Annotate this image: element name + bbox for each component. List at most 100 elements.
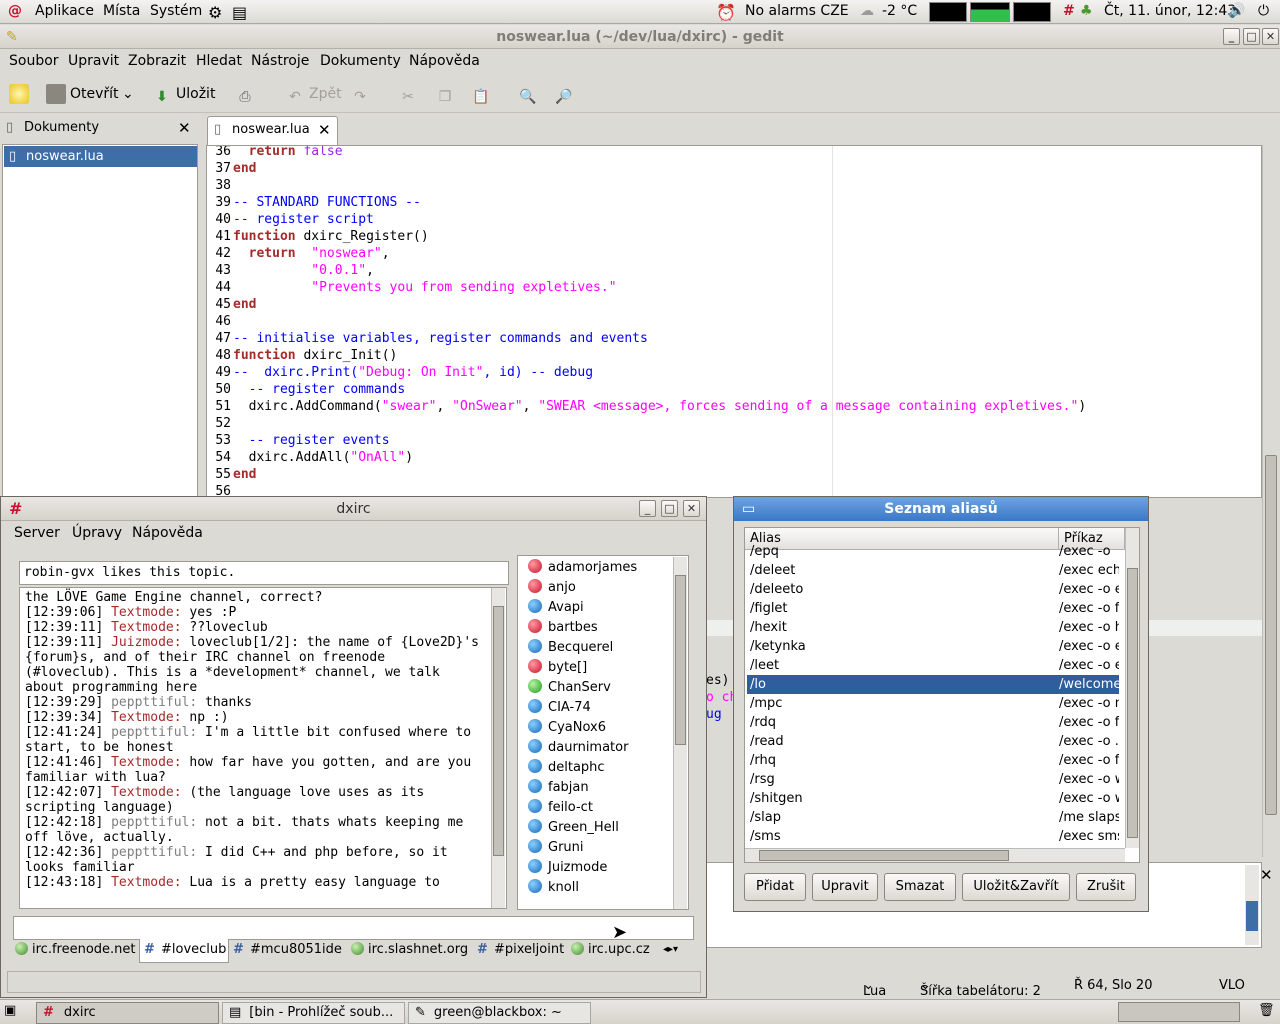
message-nick[interactable]: Juizmode: xyxy=(111,635,181,650)
gedit-minimize-button[interactable]: _ xyxy=(1223,28,1240,45)
alias-row[interactable]: /slap/me slaps xyxy=(747,808,1119,827)
alias-row[interactable]: /ketynka/exec -o e xyxy=(747,637,1119,656)
cut-button[interactable]: ✂ xyxy=(398,81,422,107)
alias-row[interactable]: /deleet/exec ech xyxy=(747,561,1119,580)
dxirc-close-button[interactable]: ✕ xyxy=(683,500,700,517)
user-switch-icon[interactable]: ⏻ xyxy=(1258,3,1269,19)
gedit-close-button[interactable]: ✕ xyxy=(1262,28,1279,45)
user-list-item[interactable]: byte[] xyxy=(528,658,587,678)
tab-loveclub[interactable]: # #loveclub xyxy=(139,939,229,963)
message-nick[interactable]: peppttiful: xyxy=(111,845,197,860)
workspace-switcher[interactable] xyxy=(1118,1002,1240,1022)
menu-edits[interactable]: Úpravy xyxy=(72,525,122,541)
alarm-status[interactable]: No alarms CZE xyxy=(745,3,849,19)
alias-row[interactable]: /deleeto/exec -o e xyxy=(747,580,1119,599)
delete-alias-button[interactable]: Smazat xyxy=(884,873,956,901)
chat-log[interactable]: the LÖVE Game Engine channel, correct? [1… xyxy=(19,587,507,909)
user-list-item[interactable]: anjo xyxy=(528,578,576,598)
menu-server[interactable]: Server xyxy=(14,525,60,541)
user-list-item[interactable]: Juizmode xyxy=(528,858,607,878)
message-input[interactable] xyxy=(13,916,694,940)
redo-button[interactable]: ↷ xyxy=(350,81,374,107)
tab-irc-upc[interactable]: irc.upc.cz xyxy=(567,939,655,963)
launcher-settings-icon[interactable]: ⚙ xyxy=(208,3,222,22)
scrollbar-thumb[interactable] xyxy=(675,575,686,745)
dxirc-maximize-button[interactable]: □ xyxy=(661,500,678,517)
edit-alias-button[interactable]: Upravit xyxy=(812,873,878,901)
print-button[interactable]: ⎙ xyxy=(235,81,259,107)
alias-row[interactable]: /rsg/exec -o w xyxy=(747,770,1119,789)
task-terminal[interactable]: ✎ green@blackbox: ~ xyxy=(408,1002,591,1024)
alarm-clock-icon[interactable]: ⏰ xyxy=(716,3,736,22)
save-close-button[interactable]: Uložit&Zavřít xyxy=(962,873,1070,901)
gedit-maximize-button[interactable]: □ xyxy=(1243,28,1260,45)
alias-table[interactable]: Alias Příkaz /epq/exec -o/deleet/exec ec… xyxy=(744,527,1140,863)
dxirc-tray-icon[interactable]: # xyxy=(1063,3,1075,19)
document-list-item[interactable]: ▯ noswear.lua xyxy=(4,146,197,167)
weather-temperature[interactable]: -2 °C xyxy=(882,3,917,19)
scrollbar-thumb[interactable] xyxy=(759,850,1009,861)
bottom-pane-close-icon[interactable]: ✕ xyxy=(1260,866,1273,884)
tab-width-selector[interactable]: Šířka tabelátoru: 2 ⌄ xyxy=(920,978,1041,999)
user-list-item[interactable]: daurnimator xyxy=(528,738,628,758)
menu-places[interactable]: Místa xyxy=(103,3,140,19)
user-list-item[interactable]: bartbes xyxy=(528,618,598,638)
open-recent-dropdown[interactable]: ⌄ xyxy=(122,81,134,107)
user-list-item[interactable]: Avapi xyxy=(528,598,584,618)
side-pane-close-icon[interactable]: ✕ xyxy=(178,114,191,142)
message-nick[interactable]: peppttiful: xyxy=(111,725,197,740)
clock[interactable]: Čt, 11. únor, 12:43 xyxy=(1104,3,1236,19)
message-nick[interactable]: Textmode: xyxy=(111,620,181,635)
alias-vertical-scrollbar[interactable] xyxy=(1125,528,1139,848)
menu-applications[interactable]: Aplikace xyxy=(35,3,94,19)
alias-row[interactable]: /read/exec -o . xyxy=(747,732,1119,751)
message-nick[interactable]: Textmode: xyxy=(111,755,181,770)
launcher-notes-icon[interactable]: ▤ xyxy=(232,3,247,22)
scrollbar-thumb[interactable] xyxy=(1127,568,1138,838)
alias-row[interactable]: /epq/exec -o xyxy=(747,542,1119,561)
scrollbar-thumb[interactable] xyxy=(1265,455,1277,815)
tab-irc-slashnet[interactable]: irc.slashnet.org xyxy=(347,939,473,963)
task-dxirc[interactable]: # dxirc xyxy=(36,1002,219,1024)
menu-search[interactable]: Hledat xyxy=(196,53,242,69)
user-list-item[interactable]: feilo-ct xyxy=(528,798,593,818)
alias-row[interactable]: /lo/welcome xyxy=(747,675,1119,694)
gedit-titlebar[interactable]: ✎ noswear.lua (~/dev/lua/dxirc) - gedit … xyxy=(0,25,1280,49)
memory-monitor[interactable] xyxy=(970,2,1010,22)
menu-tools[interactable]: Nástroje xyxy=(251,53,309,69)
tab-pixeljoint[interactable]: # #pixeljoint xyxy=(473,939,567,963)
alias-row[interactable]: /figlet/exec -o f xyxy=(747,599,1119,618)
menu-documents[interactable]: Dokumenty xyxy=(320,53,401,69)
user-list-item[interactable]: deltaphc xyxy=(528,758,605,778)
alias-row[interactable]: /sms/exec sms xyxy=(747,827,1119,846)
alias-row[interactable]: /rhq/exec -o f xyxy=(747,751,1119,770)
user-list-item[interactable]: Green_Hell xyxy=(528,818,619,838)
menu-file[interactable]: Soubor xyxy=(9,53,59,69)
menu-system[interactable]: Systém xyxy=(150,3,202,19)
menu-help[interactable]: Nápověda xyxy=(409,53,480,69)
replace-button[interactable]: 🔎 xyxy=(554,81,578,107)
alias-horizontal-scrollbar[interactable] xyxy=(745,848,1125,862)
user-list-item[interactable]: CIA-74 xyxy=(528,698,591,718)
editor-vertical-scrollbar[interactable] xyxy=(1262,145,1278,857)
scrollbar-thumb[interactable] xyxy=(493,606,504,856)
new-document-button[interactable] xyxy=(9,81,33,107)
trash-icon[interactable]: 🗑 xyxy=(1258,1003,1275,1018)
user-list-item[interactable]: CyaNox6 xyxy=(528,718,606,738)
cancel-button[interactable]: Zrušit xyxy=(1076,873,1136,901)
open-button[interactable]: Otevřít xyxy=(46,81,119,107)
scrollbar-thumb[interactable] xyxy=(1246,901,1258,931)
code-editor[interactable]: 36 return false 37 end 38 39 -- STANDARD FUNC… xyxy=(206,145,1262,498)
task-file-browser[interactable]: ▤ [bin - Prohlížeč soub... xyxy=(222,1002,405,1024)
message-nick[interactable]: Textmode: xyxy=(111,875,181,890)
chat-scrollbar[interactable] xyxy=(491,588,505,908)
channel-topic[interactable]: robin-gvx likes this topic. xyxy=(19,561,509,585)
alias-row[interactable]: /leet/exec -o e xyxy=(747,656,1119,675)
undo-button[interactable]: ↶ Zpět xyxy=(285,81,341,107)
message-nick[interactable]: peppttiful: xyxy=(111,815,197,830)
volume-icon[interactable]: 🔊 xyxy=(1228,3,1245,19)
paste-button[interactable]: 📋 xyxy=(471,81,495,107)
update-tray-icon[interactable]: ♣ xyxy=(1080,3,1093,19)
user-list-scrollbar[interactable] xyxy=(673,557,687,909)
message-nick[interactable]: Textmode: xyxy=(111,605,181,620)
